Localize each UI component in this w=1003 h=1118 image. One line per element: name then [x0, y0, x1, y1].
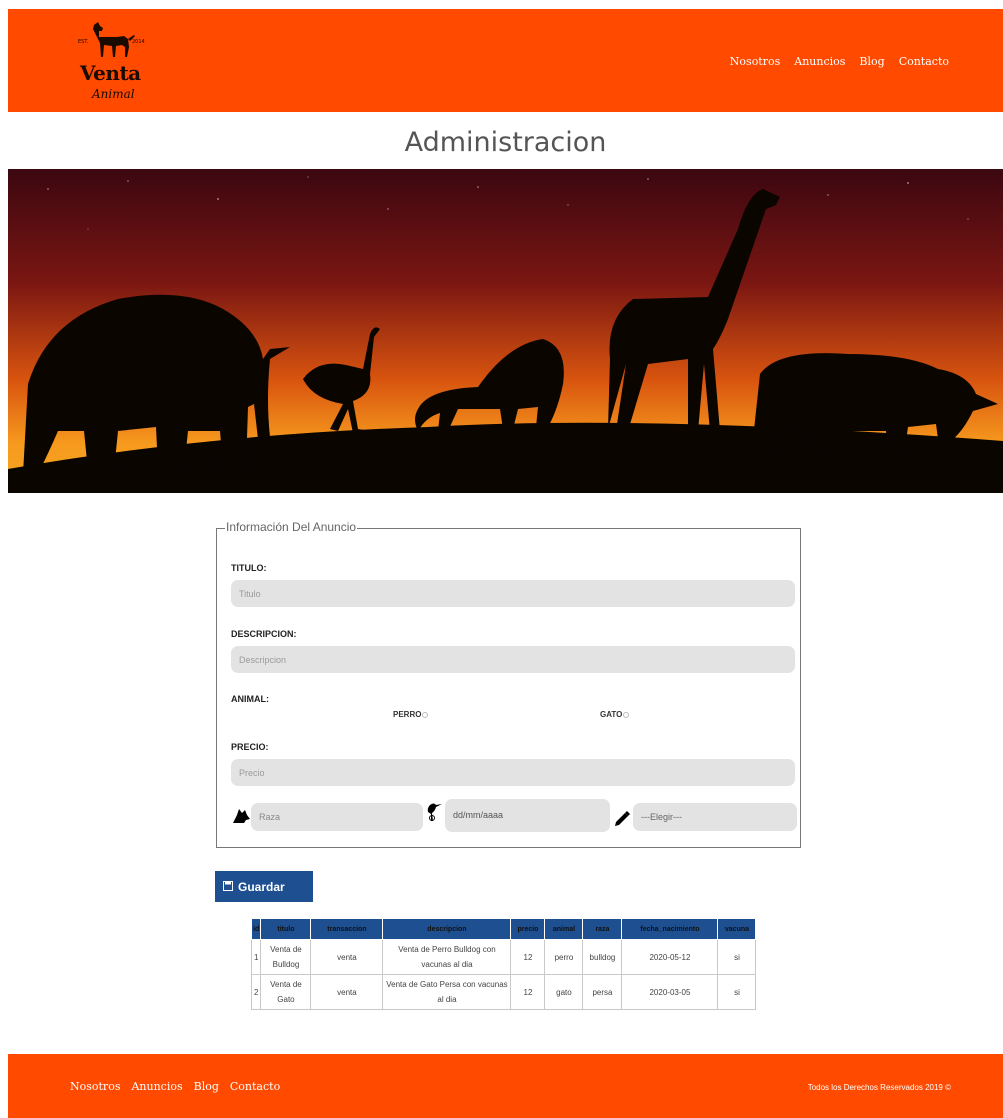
titulo-input[interactable]: [231, 580, 795, 607]
descripcion-input[interactable]: [231, 646, 795, 673]
col-vacuna[interactable]: vacuna: [717, 918, 757, 940]
fecha-nacimiento-input[interactable]: dd/mm/aaaa: [445, 799, 610, 832]
radio-perro-label: PERRO: [393, 710, 422, 719]
fieldset-legend: Información Del Anuncio: [225, 520, 358, 534]
footer-nav: Nosotros Anuncios Blog Contacto: [70, 1080, 280, 1093]
savanna-silhouette-image: [8, 169, 1003, 493]
cell-animal: perro: [544, 939, 584, 975]
site-footer: Nosotros Anuncios Blog Contacto Todos lo…: [8, 1054, 1003, 1118]
cell-fecha-nacimiento: 2020-05-12: [621, 939, 719, 975]
save-button-label: Guardar: [238, 879, 285, 894]
col-precio[interactable]: precio: [510, 918, 546, 940]
cell-vacuna: si: [717, 974, 757, 1010]
footer-nav-anuncios[interactable]: Anuncios: [131, 1080, 182, 1093]
logo-right-text: 2014: [132, 39, 145, 45]
col-fecha-nacimiento[interactable]: fecha_nacimiento: [621, 918, 719, 940]
descripcion-label: DESCRIPCION:: [231, 629, 297, 639]
footer-nav-blog[interactable]: Blog: [194, 1080, 219, 1093]
logo[interactable]: EST. 2014 Venta Animal: [72, 19, 148, 105]
footer-nav-contacto[interactable]: Contacto: [230, 1080, 280, 1093]
logo-subtitle: Animal: [92, 87, 135, 101]
nav-contacto[interactable]: Contacto: [899, 55, 949, 68]
col-descripcion[interactable]: descripcion: [382, 918, 512, 940]
vacuna-select[interactable]: ---Elegir---: [633, 803, 797, 831]
ad-info-fieldset: Información Del Anuncio TITULO: DESCRIPC…: [216, 520, 801, 848]
nav-nosotros[interactable]: Nosotros: [730, 55, 780, 68]
radio-perro[interactable]: PERRO: [393, 710, 429, 719]
animal-label: ANIMAL:: [231, 694, 269, 704]
radio-gato[interactable]: GATO: [600, 710, 630, 719]
cell-titulo: Venta de Gato: [260, 974, 312, 1010]
table-row[interactable]: 2 Venta de Gato venta Venta de Gato Pers…: [250, 974, 757, 1010]
dog-head-icon: [231, 807, 251, 830]
safari-banner-image: [8, 169, 1003, 493]
footer-nav-nosotros[interactable]: Nosotros: [70, 1080, 120, 1093]
cell-raza: persa: [582, 974, 623, 1010]
table-row[interactable]: 1 Venta de Bulldog venta Venta de Perro …: [250, 939, 757, 975]
cell-raza: bulldog: [582, 939, 623, 975]
radio-gato-circle[interactable]: [623, 712, 630, 718]
page-title: Administracion: [404, 127, 607, 158]
nav-blog[interactable]: Blog: [859, 55, 884, 68]
pencil-icon: [613, 810, 631, 833]
cell-precio: 12: [510, 939, 546, 975]
radio-perro-circle[interactable]: [422, 712, 429, 718]
titulo-label: TITULO:: [231, 563, 267, 573]
cell-animal: gato: [544, 974, 584, 1010]
col-transaccion[interactable]: transaccion: [310, 918, 384, 940]
cell-descripcion: Venta de Perro Bulldog con vacunas al di…: [382, 939, 512, 975]
col-raza[interactable]: raza: [582, 918, 623, 940]
save-button[interactable]: Guardar: [215, 871, 313, 902]
floppy-disk-icon: [223, 880, 233, 894]
precio-label: PRECIO:: [231, 742, 269, 752]
cell-vacuna: si: [717, 939, 757, 975]
cell-titulo: Venta de Bulldog: [260, 939, 312, 975]
logo-left-text: EST.: [78, 39, 89, 45]
precio-input[interactable]: [231, 759, 795, 786]
site-header: EST. 2014 Venta Animal Nosotros Anuncios…: [8, 9, 1003, 112]
raza-input[interactable]: Raza: [251, 803, 423, 831]
copyright-text: Todos los Derechos Reservados 2019 ©: [807, 1083, 951, 1092]
radio-gato-label: GATO: [600, 710, 623, 719]
nav-anuncios[interactable]: Anuncios: [794, 55, 845, 68]
table-header-row: id titulo transaccion descripcion precio…: [250, 918, 757, 940]
stork-icon: [426, 801, 444, 828]
ads-table: id titulo transaccion descripcion precio…: [250, 918, 757, 1010]
cell-id: 2: [250, 974, 262, 1010]
col-animal[interactable]: animal: [544, 918, 584, 940]
header-nav: Nosotros Anuncios Blog Contacto: [730, 55, 949, 68]
page: EST. 2014 Venta Animal Nosotros Anuncios…: [8, 9, 1003, 1118]
cell-transaccion: venta: [310, 939, 384, 975]
cell-id: 1: [250, 939, 262, 975]
col-titulo[interactable]: titulo: [260, 918, 312, 940]
cell-fecha-nacimiento: 2020-03-05: [621, 974, 719, 1010]
logo-brand: Venta: [80, 61, 141, 85]
cell-precio: 12: [510, 974, 546, 1010]
cell-descripcion: Venta de Gato Persa con vacunas al dia: [382, 974, 512, 1010]
col-id[interactable]: id: [250, 918, 262, 940]
cell-transaccion: venta: [310, 974, 384, 1010]
